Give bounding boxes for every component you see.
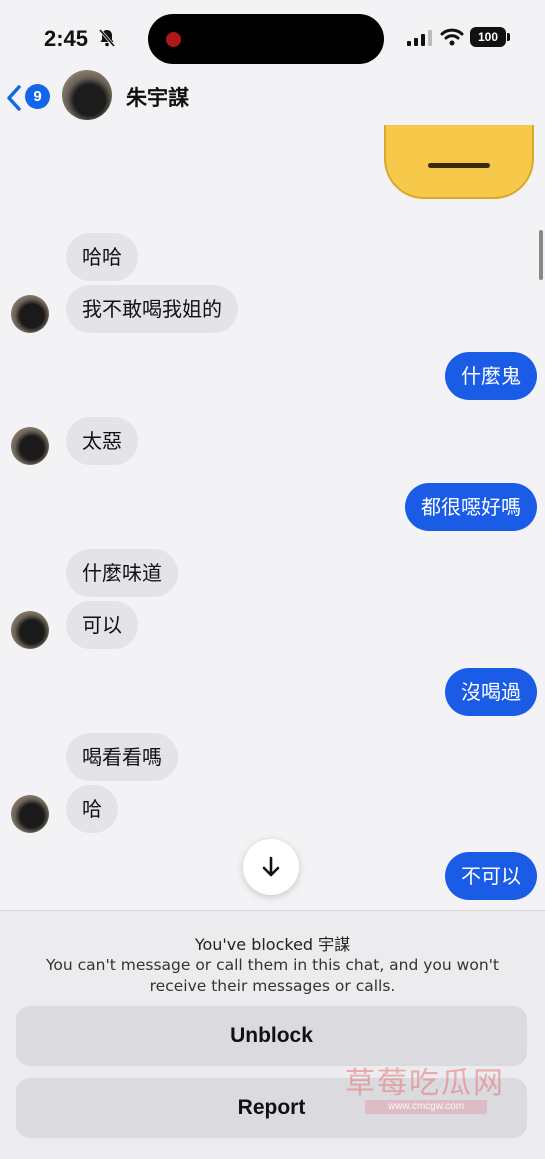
- sender-avatar[interactable]: [11, 795, 49, 833]
- scroll-indicator[interactable]: [539, 230, 543, 280]
- message-bubble-incoming[interactable]: 我不敢喝我姐的: [66, 285, 238, 333]
- message-bubble-outgoing[interactable]: 都很噁好嗎: [405, 483, 537, 531]
- message-bubble-incoming[interactable]: 太惡: [66, 417, 138, 465]
- watermark-url: www.cmcgw.com: [365, 1100, 487, 1114]
- contact-avatar[interactable]: [62, 70, 112, 120]
- cellular-signal-icon: [407, 30, 432, 46]
- message-bubble-incoming[interactable]: 喝看看嗎: [66, 733, 178, 781]
- sender-avatar[interactable]: [11, 611, 49, 649]
- status-time: 2:45: [44, 26, 89, 51]
- message-bubble-incoming[interactable]: 可以: [66, 601, 138, 649]
- message-bubble-incoming[interactable]: 哈: [66, 785, 118, 833]
- unread-count-badge[interactable]: 9: [25, 84, 50, 109]
- blocked-panel: You've blocked 宇謀 You can't message or c…: [0, 910, 545, 1159]
- back-chevron-icon[interactable]: [6, 84, 22, 112]
- sticker-face-mouth: [428, 163, 490, 168]
- watermark-text: 草莓吃瓜网: [345, 1066, 505, 1101]
- chat-header: 9 朱宇謀: [0, 70, 545, 130]
- scroll-to-bottom-button[interactable]: [243, 839, 299, 895]
- battery-icon: 100: [470, 27, 510, 47]
- recording-indicator-icon: [166, 32, 181, 47]
- blocked-description: You can't message or call them in this c…: [45, 956, 499, 995]
- muted-bell-icon: [98, 29, 116, 47]
- blocked-title: You've blocked 宇謀: [194, 935, 351, 954]
- contact-name[interactable]: 朱宇謀: [126, 82, 189, 112]
- sticker-message[interactable]: [384, 125, 534, 199]
- wifi-icon: [440, 28, 464, 46]
- message-bubble-outgoing[interactable]: 沒喝過: [445, 668, 537, 716]
- message-bubble-incoming[interactable]: 什麼味道: [66, 549, 178, 597]
- sender-avatar[interactable]: [11, 295, 49, 333]
- sender-avatar[interactable]: [11, 427, 49, 465]
- message-bubble-outgoing[interactable]: 什麼鬼: [445, 352, 537, 400]
- message-bubble-outgoing[interactable]: 不可以: [445, 852, 537, 900]
- unblock-button[interactable]: Unblock: [16, 1006, 527, 1066]
- arrow-down-icon: [262, 856, 280, 877]
- message-bubble-incoming[interactable]: 哈哈: [66, 233, 138, 281]
- status-bar: 2:45 100: [0, 0, 545, 70]
- dynamic-island: [148, 14, 384, 64]
